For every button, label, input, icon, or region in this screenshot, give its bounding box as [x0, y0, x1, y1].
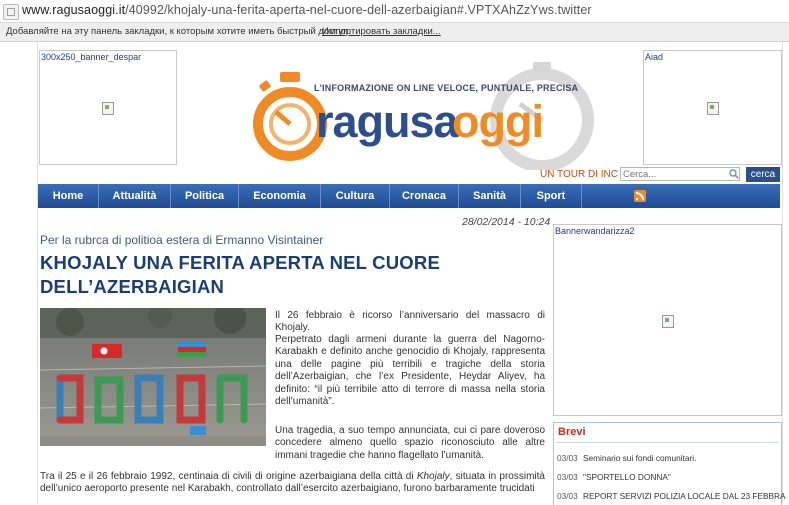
article-title-line1: KHOJALY UNA FERITA APERTA NEL CUORE: [40, 252, 440, 273]
brevi-item-text: Seminario sui fondi comunitari.: [583, 453, 697, 463]
article-date: 28/02/2014 - 10:24: [462, 216, 551, 228]
address-bar[interactable]: www.ragusaoggi.it/40992/khojaly-una-feri…: [0, 0, 789, 23]
nav-home[interactable]: Home: [38, 184, 99, 208]
article-paragraph-3: Una tragedia, a suo tempo annunciata, cu…: [275, 425, 545, 461]
article-paragraph-4: Tra il 25 e il 26 febbraio 1992, centina…: [40, 471, 545, 496]
broken-image-icon: [102, 102, 114, 115]
brevi-divider: [556, 442, 778, 443]
sidebar-banner[interactable]: Bannerwandarizza2: [553, 224, 782, 416]
search-button[interactable]: cerca: [746, 167, 780, 182]
banner-left[interactable]: 300x250_banner_despar: [39, 50, 177, 165]
brevi-title: Brevi: [558, 426, 586, 438]
article-photo[interactable]: [40, 308, 266, 446]
bookmarks-bar: Добавляйте на эту панель закладки, к кот…: [0, 23, 789, 42]
search-icon[interactable]: [729, 169, 739, 179]
broken-image-icon: [707, 102, 719, 115]
banner-right[interactable]: Aiad: [643, 50, 782, 165]
page-icon: [3, 4, 19, 20]
brevi-item[interactable]: 03/03 Seminario sui fondi comunitari.: [557, 453, 696, 463]
nav-cronaca[interactable]: Cronaca: [390, 184, 459, 208]
brevi-item-date: 03/03: [557, 453, 578, 463]
article-paragraph-4-a: Tra il 25 e il 26 febbraio 1992, centina…: [40, 471, 417, 482]
banner-left-label: 300x250_banner_despar: [41, 52, 142, 62]
sidebar-banner-label: Bannerwandarizza2: [555, 226, 635, 236]
brevi-item-date: 03/03: [557, 491, 578, 501]
main-nav: Home Attualità Politica Economia Cultura…: [38, 184, 780, 208]
article-paragraph-1: Il 26 febbraio è ricorso l’anniversario …: [275, 310, 545, 334]
logo-brand-ragusa: ragusa: [316, 96, 459, 147]
nav-sport[interactable]: Sport: [521, 184, 582, 208]
nav-politica[interactable]: Politica: [171, 184, 239, 208]
logo-tagline: L'INFORMAZIONE ON LINE VELOCE, PUNTUALE,…: [314, 83, 579, 93]
search-input[interactable]: [620, 167, 740, 181]
rss-icon[interactable]: [634, 190, 646, 202]
brevi-item[interactable]: 03/03 REPORT SERVIZI POLIZIA LOCALE DAL 2…: [557, 491, 786, 501]
nav-attualita[interactable]: Attualità: [99, 184, 171, 208]
url-path: /40992/khojaly-una-ferita-aperta-nel-cuo…: [125, 3, 592, 17]
url-text[interactable]: www.ragusaoggi.it/40992/khojaly-una-feri…: [22, 3, 592, 17]
broken-image-icon: [662, 315, 674, 328]
import-bookmarks-link[interactable]: Импортировать закладки...: [322, 26, 441, 37]
nav-economia[interactable]: Economia: [239, 184, 321, 208]
site-logo[interactable]: L'INFORMAZIONE ON LINE VELOCE, PUNTUALE,…: [250, 60, 595, 172]
brevi-item[interactable]: 03/03 "SPORTELLO DONNA": [557, 472, 671, 482]
crowd-photo-image: [40, 308, 266, 446]
logo-brand-oggi: oggi: [452, 96, 544, 147]
brevi-item-text: "SPORTELLO DONNA": [583, 472, 671, 482]
brevi-item-text: REPORT SERVIZI POLIZIA LOCALE DAL 23 FEB…: [583, 491, 786, 501]
bookmarks-hint: Добавляйте на эту панель закладки, к кот…: [6, 26, 351, 37]
brevi-item-date: 03/03: [557, 472, 578, 482]
nav-sanita[interactable]: Sanità: [459, 184, 521, 208]
article-paragraph-2: Perpetrato dagli armeni durante la guerr…: [275, 334, 545, 408]
article-rubric: Per la rubrca di politioa estera di Erma…: [40, 233, 324, 247]
article-paragraph-4-em: Khojaly: [416, 471, 450, 482]
tour-link[interactable]: UN TOUR DI INC: [540, 169, 618, 180]
article-title-line2: DELL’AZERBAIGIAN: [40, 276, 225, 297]
article-title: KHOJALY UNA FERITA APERTA NEL CUORE DELL…: [40, 251, 520, 299]
banner-right-label: Aiad: [645, 52, 664, 62]
url-host: www.ragusaoggi.it: [22, 3, 126, 17]
nav-cultura[interactable]: Cultura: [321, 184, 390, 208]
